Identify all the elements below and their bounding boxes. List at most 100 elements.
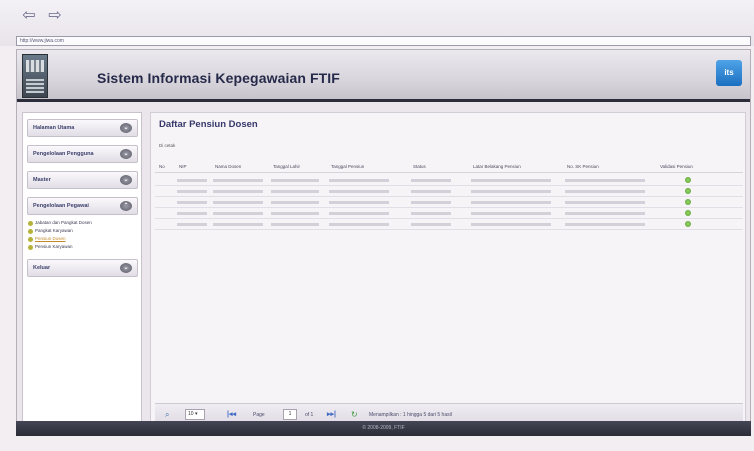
bullet-icon <box>28 229 33 234</box>
table-cell <box>411 212 451 215</box>
page-title: Daftar Pensiun Dosen <box>159 119 258 130</box>
sidebar-item-pengelolaan-pegawai[interactable]: Pengelolaan Pegawai ⌃ <box>27 197 138 215</box>
sidebar-item-master[interactable]: Master ⌄ <box>27 171 138 189</box>
last-page-icon[interactable]: ▸▸| <box>327 409 336 421</box>
table-cell <box>471 179 551 182</box>
table-cell <box>411 201 451 204</box>
table-cell <box>271 179 319 182</box>
table-cell <box>177 223 207 226</box>
submenu-label: Pensiun Dosen <box>35 236 66 241</box>
app-window: Sistem Informasi Kepegawaian FTIF its Ha… <box>16 49 751 436</box>
expand-icon[interactable]: ⌄ <box>120 263 132 273</box>
table-row[interactable] <box>155 208 743 219</box>
table-cell <box>329 190 389 193</box>
column-header[interactable]: Latar Belakang Pensiun <box>473 161 521 173</box>
submenu-label: Jabatan dan Pangkat Dosen <box>35 220 92 225</box>
table-row[interactable] <box>155 197 743 208</box>
bullet-icon <box>28 221 33 226</box>
table-cell <box>271 190 319 193</box>
result-status: Menampilkan : 1 hingga 5 dari 5 hasil <box>369 412 452 418</box>
table-cell <box>329 223 389 226</box>
table-cell <box>271 201 319 204</box>
table-cell <box>177 190 207 193</box>
table-cell <box>177 212 207 215</box>
brand-logo: its <box>716 60 742 86</box>
table-header: No NIP Nama Dosen Tanggal Lahir Tanggal … <box>155 161 743 173</box>
address-bar[interactable]: http://www.jiwa.com <box>16 36 751 46</box>
table-cell <box>271 212 319 215</box>
search-icon[interactable]: ⌕ <box>165 409 169 421</box>
column-header[interactable]: Validasi Pensiun <box>660 161 693 173</box>
table-cell <box>271 223 319 226</box>
table-cell <box>213 212 263 215</box>
table-cell <box>329 179 389 182</box>
expand-icon[interactable]: ⌄ <box>120 175 132 185</box>
sidebar-item-pengelolaan-pengguna[interactable]: Pengelolaan Pengguna ⌄ <box>27 145 138 163</box>
table-cell <box>177 201 207 204</box>
collapse-icon[interactable]: ⌃ <box>120 201 132 211</box>
submenu-label: Pangkat Karyawan <box>35 228 73 233</box>
column-header[interactable]: No <box>159 161 165 173</box>
table-cell <box>213 201 263 204</box>
table-cell <box>411 223 451 226</box>
submenu-item-jabatan-dosen[interactable]: Jabatan dan Pangkat Dosen <box>27 219 138 227</box>
table-cell <box>411 179 451 182</box>
validate-icon[interactable] <box>685 199 691 205</box>
refresh-icon[interactable]: ↻ <box>351 409 358 421</box>
table-cell <box>565 179 645 182</box>
sidebar-item-label: Pengelolaan Pengguna <box>33 151 94 157</box>
app-logo <box>22 54 48 98</box>
sidebar-item-keluar[interactable]: Keluar ⌄ <box>27 259 138 277</box>
column-header[interactable]: Status <box>413 161 426 173</box>
sidebar-item-label: Pengelolaan Pegawai <box>33 203 89 209</box>
submenu-item-pensiun-dosen[interactable]: Pensiun Dosen <box>27 235 138 243</box>
table-row[interactable] <box>155 219 743 230</box>
main-panel: Daftar Pensiun Dosen Di cetak No NIP Nam… <box>150 112 746 430</box>
validate-icon[interactable] <box>685 210 691 216</box>
expand-icon[interactable]: ⌄ <box>120 149 132 159</box>
expand-icon[interactable]: ⌄ <box>120 123 132 133</box>
table-cell <box>471 223 551 226</box>
sidebar-item-halaman-utama[interactable]: Halaman Utama ⌄ <box>27 119 138 137</box>
column-header[interactable]: No. SK Pensiun <box>567 161 599 173</box>
submenu-item-pangkat-karyawan[interactable]: Pangkat Karyawan <box>27 227 138 235</box>
table-cell <box>565 201 645 204</box>
validate-icon[interactable] <box>685 177 691 183</box>
submenu-pegawai: Jabatan dan Pangkat Dosen Pangkat Karyaw… <box>27 219 138 251</box>
column-header[interactable]: Nama Dosen <box>215 161 241 173</box>
table-cell <box>565 190 645 193</box>
app-title: Sistem Informasi Kepegawaian FTIF <box>97 70 340 86</box>
browser-toolbar: ⇦ ⇨ http://www.jiwa.com <box>0 0 754 46</box>
page-number-input[interactable]: 1 <box>283 409 297 420</box>
table-cell <box>565 212 645 215</box>
column-header[interactable]: Tanggal Pensiun <box>331 161 364 173</box>
submenu-item-pensiun-karyawan[interactable]: Pensiun Karyawan <box>27 243 138 251</box>
table-cell <box>213 190 263 193</box>
first-page-icon[interactable]: |◂◂ <box>227 409 236 421</box>
table-cell <box>177 179 207 182</box>
footer: © 2008-2009, FTIF <box>16 421 751 436</box>
bullet-icon <box>28 245 33 250</box>
table-cell <box>329 212 389 215</box>
bullet-icon <box>28 237 33 242</box>
validate-icon[interactable] <box>685 221 691 227</box>
page-label: Page <box>253 412 265 418</box>
page-size-select[interactable]: 10 ▾ <box>185 409 205 420</box>
column-header[interactable]: NIP <box>179 161 187 173</box>
table-row[interactable] <box>155 175 743 186</box>
print-link[interactable]: Di cetak <box>159 143 175 148</box>
table-cell <box>329 201 389 204</box>
submenu-label: Pensiun Karyawan <box>35 244 73 249</box>
forward-arrow-icon[interactable]: ⇨ <box>46 8 64 24</box>
sidebar-menu: Halaman Utama ⌄ Pengelolaan Pengguna ⌄ M… <box>22 112 142 430</box>
table-cell <box>471 190 551 193</box>
table-cell <box>471 212 551 215</box>
page-count: of 1 <box>305 412 314 418</box>
table-cell <box>565 223 645 226</box>
table-row[interactable] <box>155 186 743 197</box>
validate-icon[interactable] <box>685 188 691 194</box>
app-header: Sistem Informasi Kepegawaian FTIF its <box>17 50 750 102</box>
table-cell <box>213 223 263 226</box>
column-header[interactable]: Tanggal Lahir <box>273 161 300 173</box>
back-arrow-icon[interactable]: ⇦ <box>20 8 38 24</box>
